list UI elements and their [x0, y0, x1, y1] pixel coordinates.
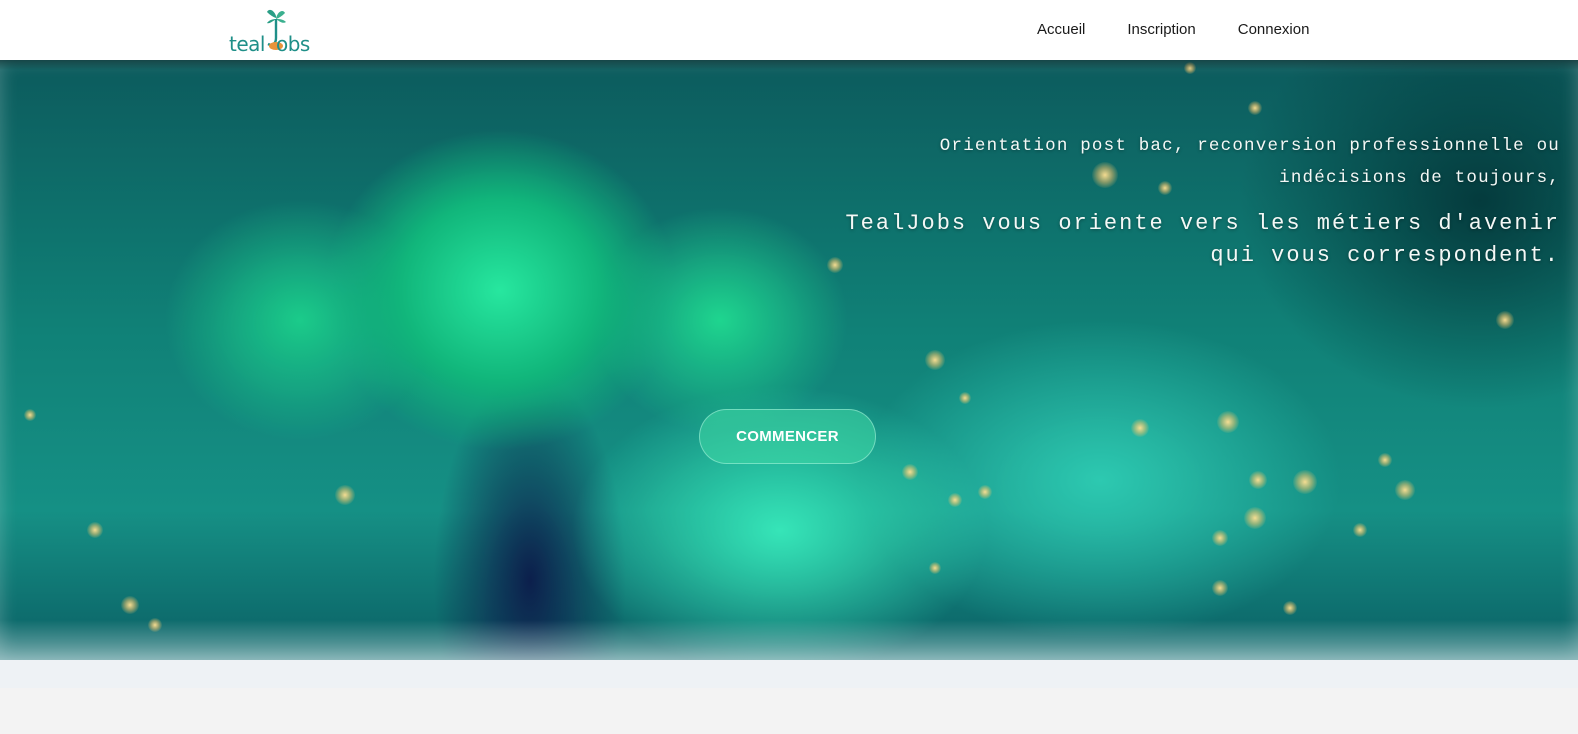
sparkle	[925, 350, 945, 370]
sparkle	[1244, 507, 1266, 529]
content-strip	[0, 660, 1578, 688]
sparkle	[24, 409, 36, 421]
sparkle	[1395, 480, 1415, 500]
commencer-button[interactable]: COMMENCER	[699, 409, 876, 464]
sparkle	[87, 522, 103, 538]
sparkle	[948, 493, 962, 507]
sparkle	[1496, 311, 1514, 329]
sparkle	[978, 485, 992, 499]
sparkle	[1212, 580, 1228, 596]
top-header: teal obs Accueil Inscription Connexion	[0, 0, 1578, 60]
main-nav: Accueil Inscription Connexion	[1037, 21, 1309, 38]
sparkle	[335, 485, 355, 505]
sparkle	[1378, 453, 1392, 467]
sparkle	[1353, 523, 1367, 537]
nav-connexion[interactable]: Connexion	[1238, 21, 1310, 38]
sparkle	[959, 392, 971, 404]
hero-intro-text: Orientation post bac, reconversion profe…	[939, 136, 1560, 188]
hero-tagline: TealJobs vous oriente vers les métiers d…	[845, 211, 1560, 268]
nav-inscription[interactable]: Inscription	[1127, 21, 1195, 38]
nav-accueil[interactable]: Accueil	[1037, 21, 1085, 38]
sparkle	[1217, 411, 1239, 433]
sparkle	[1212, 530, 1228, 546]
sparkle	[1293, 470, 1317, 494]
tealjobs-logo[interactable]: teal obs	[229, 6, 321, 56]
sparkle	[1131, 419, 1149, 437]
sparkle	[1249, 471, 1267, 489]
sparkle	[1248, 101, 1262, 115]
sparkle	[1184, 62, 1196, 74]
hero-banner: Orientation post bac, reconversion profe…	[0, 60, 1578, 660]
sparkle	[148, 618, 162, 632]
hero-text-block: Orientation post bac, reconversion profe…	[800, 130, 1560, 272]
sparkle	[121, 596, 139, 614]
sparkle	[1283, 601, 1297, 615]
sparkle	[929, 562, 941, 574]
sparkle	[902, 464, 918, 480]
logo-wordmark: teal obs	[229, 32, 310, 56]
